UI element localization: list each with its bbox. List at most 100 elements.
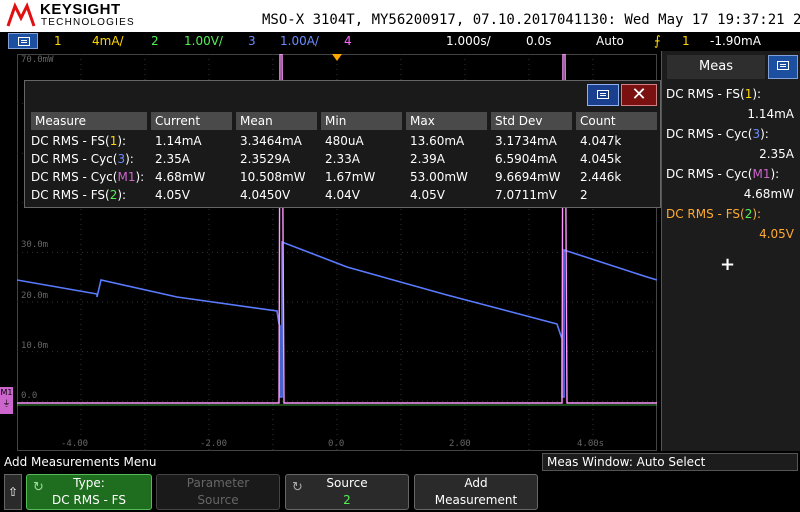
cell-std: 7.0711mV [495, 188, 557, 202]
softkey-add-label: Add [464, 476, 488, 490]
popup-close-button[interactable]: ✕ [621, 84, 657, 106]
ch4-number[interactable]: 4 [344, 34, 352, 48]
x-label: 2.00 [449, 439, 471, 449]
y-label: 30.0m [21, 240, 48, 250]
column-header-current: Current [151, 112, 232, 130]
sidebar-measure-value: 4.68mW [743, 187, 794, 201]
sidebar-measure-value: 4.05V [759, 227, 794, 241]
add-measurement-plus[interactable]: + [720, 254, 735, 275]
sidebar-label-suffix: ): [752, 87, 762, 101]
measure-name-prefix: DC RMS - FS( [31, 188, 110, 202]
cell-current: 4.68mW [155, 170, 206, 184]
cell-current: 2.35A [155, 152, 190, 166]
x-label: 0.0 [328, 439, 344, 449]
ch2-scale[interactable]: 1.00V/ [184, 34, 223, 48]
timebase[interactable]: 1.000s/ [446, 34, 491, 48]
main-menu-button[interactable] [8, 33, 38, 49]
sidebar-measure-value: 1.14mA [747, 107, 794, 121]
meas-window-status[interactable]: Meas Window: Auto Select [542, 453, 798, 471]
trigger-mode[interactable]: Auto [596, 34, 624, 48]
measure-name-suffix: ): [117, 134, 127, 148]
delay[interactable]: 0.0s [526, 34, 551, 48]
m1-marker-label: M1 [0, 388, 13, 397]
column-header-count: Count [576, 112, 657, 130]
cell-min: 1.67mW [325, 170, 376, 184]
popup-menu-button[interactable] [587, 84, 619, 106]
measure-name: DC RMS - Cyc(3): [31, 152, 134, 166]
sidebar-label-suffix: ): [770, 167, 780, 181]
cell-mean: 2.3529A [240, 152, 291, 166]
sidebar-measure-label[interactable]: DC RMS - FS(2): [666, 207, 761, 221]
cell-std: 9.6694mW [495, 170, 561, 184]
m1-ground-marker[interactable]: M1 ⏚ [0, 387, 13, 414]
sidebar-menu-button[interactable] [768, 55, 798, 79]
softkey-source[interactable]: Source 2 ↻ [285, 474, 409, 510]
cell-current: 1.14mA [155, 134, 202, 148]
ch1-scale[interactable]: 4mA/ [92, 34, 124, 48]
cell-min: 2.33A [325, 152, 360, 166]
measure-source: M1 [117, 170, 136, 184]
ground-icon: ⏚ [2, 399, 11, 408]
sidebar-measure-label[interactable]: DC RMS - FS(1): [666, 87, 761, 101]
cell-std: 6.5904mA [495, 152, 557, 166]
sidebar-measure-label[interactable]: DC RMS - Cyc(M1): [666, 167, 779, 181]
menu-icon [777, 61, 789, 70]
cell-count: 2 [580, 188, 588, 202]
cell-mean: 4.0450V [240, 188, 291, 202]
measure-name-prefix: DC RMS - Cyc( [31, 170, 118, 184]
cell-min: 4.04V [325, 188, 360, 202]
cell-current: 4.05V [155, 188, 190, 202]
softkey-parameter[interactable]: Parameter Source [156, 474, 280, 510]
x-label: -2.00 [200, 439, 227, 449]
up-arrow-icon: ⇧ [7, 485, 19, 499]
keysight-logo [6, 2, 36, 27]
cell-min: 480uA [325, 134, 364, 148]
softkey-parameter-label: Parameter [186, 476, 250, 490]
menu-icon [597, 90, 609, 99]
trigger-channel[interactable]: 1 [682, 34, 690, 48]
close-icon: ✕ [631, 84, 647, 105]
sidebar-label-suffix: ): [760, 127, 769, 141]
sidebar-title[interactable]: Meas [667, 55, 765, 79]
sidebar-label-prefix: DC RMS - FS( [666, 87, 745, 101]
measure-name: DC RMS - FS(1): [31, 134, 126, 148]
brand-subtitle: TECHNOLOGIES [41, 17, 135, 28]
ch2-number[interactable]: 2 [151, 34, 159, 48]
sidebar-label-prefix: DC RMS - Cyc( [666, 167, 753, 181]
column-header-min: Min [321, 112, 402, 130]
softkey-type-label: Type: [73, 476, 105, 490]
ch3-scale[interactable]: 1.00A/ [280, 34, 319, 48]
softkey-source-label: Source [326, 476, 368, 490]
softkey-type-value: DC RMS - FS [51, 493, 126, 507]
softkey-back-button[interactable]: ⇧ [4, 474, 22, 510]
trigger-edge-icon: ⨍ [654, 34, 661, 49]
sidebar-measure-label[interactable]: DC RMS - Cyc(3): [666, 127, 769, 141]
sidebar-label-source: 3 [752, 127, 761, 141]
scope-info: MSO-X 3104T, MY56200917, 07.10.201704113… [262, 12, 800, 28]
cell-count: 4.045k [580, 152, 622, 166]
softkey-type[interactable]: Type: DC RMS - FS ↻ [26, 474, 152, 510]
column-header-max: Max [406, 112, 487, 130]
trigger-level[interactable]: -1.90mA [710, 34, 761, 48]
softkey-menu-title: Add Measurements Menu [4, 455, 157, 469]
measure-name-suffix: ): [125, 152, 134, 166]
trigger-marker [332, 54, 342, 61]
sidebar-measure-value: 2.35A [759, 147, 794, 161]
sidebar-label-prefix: DC RMS - Cyc( [666, 127, 753, 141]
y-label: 70.0mW [21, 55, 54, 65]
ch3-number[interactable]: 3 [248, 34, 256, 48]
column-header-measure: Measure [31, 112, 147, 130]
softkey-add-measurement[interactable]: Add Measurement [414, 474, 538, 510]
measure-name-suffix: ): [135, 170, 145, 184]
rotate-knob-icon: ↻ [292, 480, 303, 495]
softkey-source-value: 2 [343, 493, 351, 507]
cell-mean: 10.508mW [240, 170, 306, 184]
measure-name: DC RMS - Cyc(M1): [31, 170, 144, 184]
sidebar-label-suffix: ): [752, 207, 762, 221]
column-header-mean: Mean [236, 112, 317, 130]
softkey-add-value: Measurement [434, 493, 518, 507]
brand-name: KEYSIGHT [40, 1, 121, 18]
ch1-number[interactable]: 1 [54, 34, 62, 48]
cell-max: 13.60mA [410, 134, 465, 148]
channel-bar: 1 4mA/ 2 1.00V/ 3 1.00A/ 4 1.000s/ 0.0s … [0, 32, 800, 51]
